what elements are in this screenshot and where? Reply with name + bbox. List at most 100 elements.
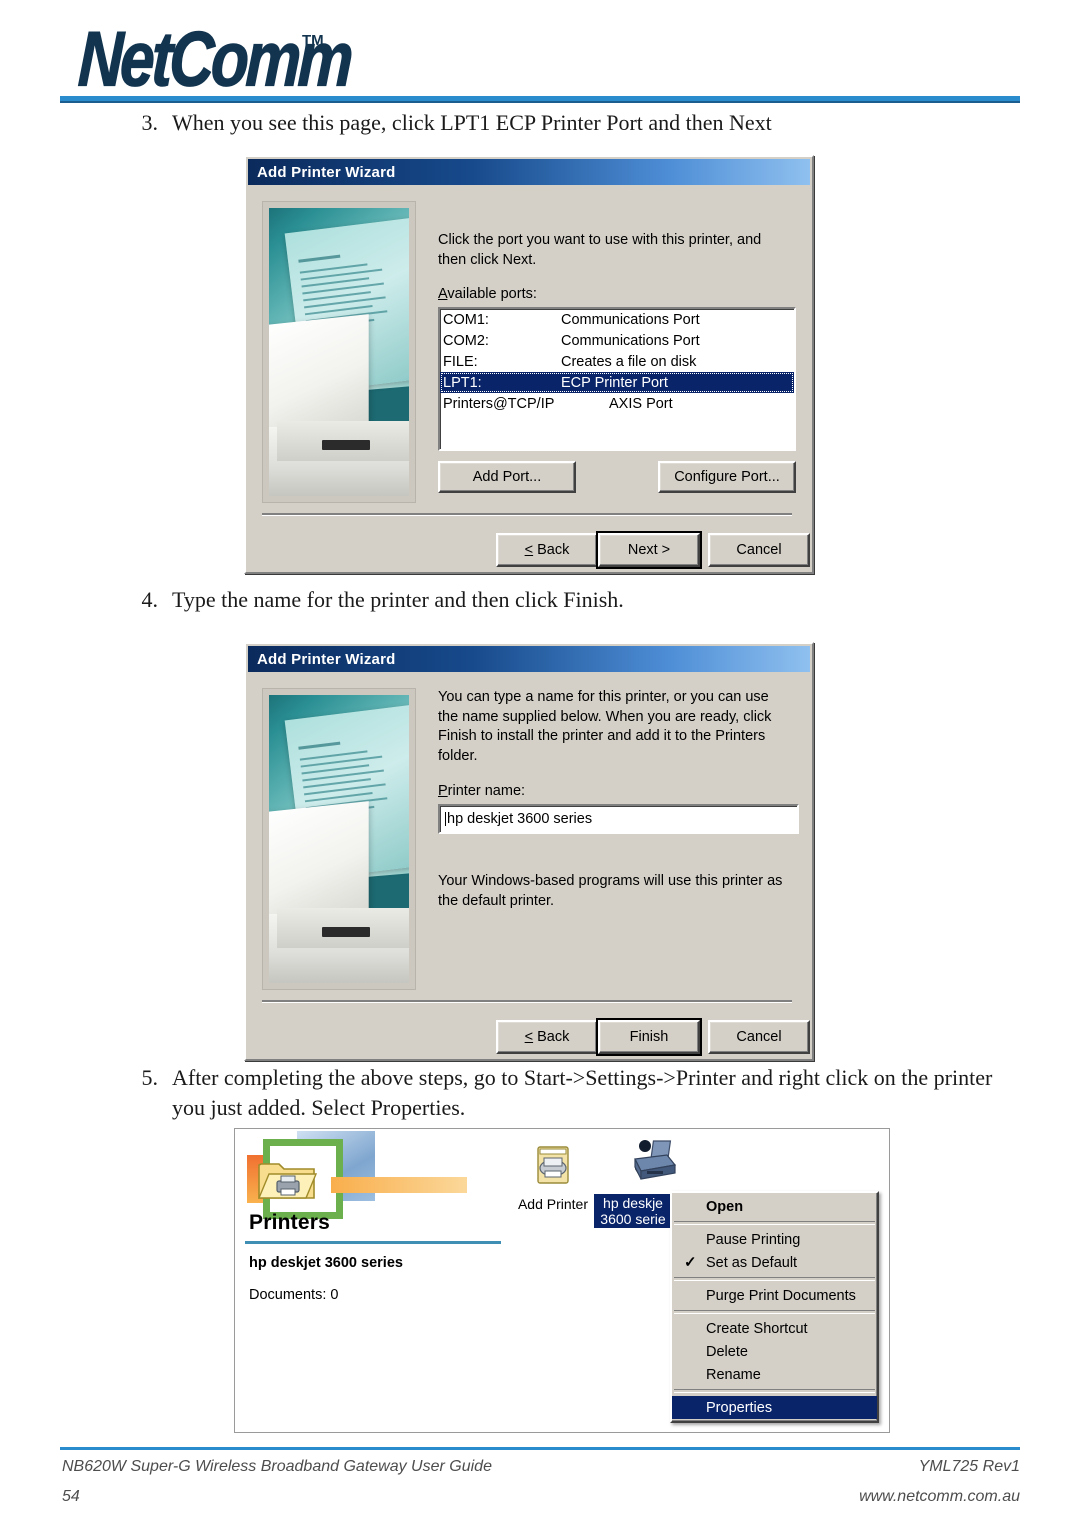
context-menu-item-delete[interactable]: Delete [672, 1340, 877, 1363]
hp-deskjet-label-line1: hp deskje [603, 1195, 663, 1211]
add-printer-icon-cell[interactable]: Add Printer [505, 1143, 601, 1212]
cancel-button-name[interactable]: Cancel [708, 1020, 810, 1054]
step-5-number: 5. [141, 1065, 159, 1090]
port-desc-0: Communications Port [561, 311, 700, 328]
dialog-body-port: Click the port you want to use with this… [248, 187, 810, 570]
dialog-divider-name [262, 1000, 792, 1003]
back-label-name: < Back [524, 1029, 570, 1045]
dialog-divider-port [262, 513, 792, 516]
cancel-label-port: Cancel [736, 542, 782, 558]
context-menu-separator-1 [674, 1221, 875, 1225]
context-menu-item-purge-print-documents[interactable]: Purge Print Documents [672, 1284, 877, 1307]
page-header: NetComm TM [0, 0, 1080, 103]
hp-deskjet-printer-icon [634, 1140, 677, 1180]
selected-printer-name: hp deskjet 3600 series [249, 1255, 403, 1271]
port-row-4[interactable]: Printers@TCP/IP AXIS Port [440, 393, 794, 414]
trademark-symbol: TM [302, 32, 324, 49]
port-name-1: COM2: [443, 332, 489, 349]
add-printer-icon [537, 1146, 569, 1184]
context-menu-item-rename[interactable]: Rename [672, 1363, 877, 1386]
header-rule-shadow [60, 101, 1020, 103]
port-name-2: FILE: [443, 353, 478, 370]
wizard-printer-photo [262, 201, 416, 503]
port-row-0[interactable]: COM1: Communications Port [440, 309, 794, 330]
context-rename-label: Rename [706, 1366, 761, 1383]
printers-folder-window[interactable]: Printers hp deskjet 3600 series Document… [234, 1128, 890, 1433]
back-button-port[interactable]: < Back [496, 533, 598, 567]
step-5-text: After completing the above steps, go to … [172, 1065, 993, 1121]
finish-button[interactable]: Finish [596, 1018, 702, 1056]
port-desc-1: Communications Port [561, 332, 700, 349]
step-4-text: Type the name for the printer and then c… [172, 587, 624, 612]
add-printer-wizard-port-dialog[interactable]: Add Printer Wizard Click the port you wa… [244, 155, 814, 574]
add-port-label: Add Port... [472, 469, 542, 485]
add-port-button[interactable]: Add Port... [438, 461, 576, 493]
next-button[interactable]: Next > [596, 531, 702, 569]
context-set-default-label: Set as Default [706, 1254, 798, 1271]
add-printer-label: Add Printer [517, 1196, 589, 1212]
context-menu-item-create-shortcut[interactable]: Create Shortcut [672, 1317, 877, 1340]
printer-name-value: hp deskjet 3600 series [447, 811, 593, 827]
port-desc-4: AXIS Port [609, 395, 673, 412]
footer-left-line1: NB620W Super-G Wireless Broadband Gatewa… [62, 1458, 492, 1475]
step-5: 5. After completing the above steps, go … [120, 1063, 1000, 1124]
port-name-0: COM1: [443, 311, 489, 328]
hp-deskjet-label: hp deskje 3600 serie [594, 1194, 672, 1229]
port-desc-3: ECP Printer Port [561, 374, 668, 391]
footer-website: www.netcomm.com.au [859, 1488, 1020, 1505]
printer-context-menu[interactable]: Open Pause Printing ✓ Set as Default Pur… [670, 1191, 879, 1423]
wizard-printer-photo-2 [262, 688, 416, 990]
step-4: 4. Type the name for the printer and the… [120, 585, 970, 615]
back-button-name[interactable]: < Back [496, 1020, 598, 1054]
context-properties-label: Properties [706, 1399, 773, 1416]
printers-folder-icon [257, 1157, 318, 1201]
context-create-shortcut-label: Create Shortcut [706, 1320, 808, 1337]
port-name-3: LPT1: [443, 374, 482, 391]
hp-deskjet-label-line2: 3600 serie [600, 1211, 666, 1228]
context-delete-label: Delete [706, 1343, 748, 1360]
configure-port-button[interactable]: Configure Port... [658, 461, 796, 493]
context-menu-item-pause-printing[interactable]: Pause Printing [672, 1228, 877, 1251]
port-instruction-text: Click the port you want to use with this… [438, 232, 762, 268]
port-row-2[interactable]: FILE: Creates a file on disk [440, 351, 794, 372]
port-desc-2: Creates a file on disk [561, 353, 697, 370]
context-pause-label: Pause Printing [706, 1231, 801, 1248]
port-row-1[interactable]: COM2: Communications Port [440, 330, 794, 351]
context-menu-item-open[interactable]: Open [672, 1195, 877, 1218]
context-menu-item-set-as-default[interactable]: ✓ Set as Default [672, 1251, 877, 1274]
available-ports-listbox[interactable]: COM1: Communications Port COM2: Communic… [438, 307, 796, 451]
default-printer-note: Your Windows-based programs will use thi… [438, 873, 783, 909]
context-menu-item-properties[interactable]: Properties [672, 1396, 877, 1419]
dialog-titlebar-name: Add Printer Wizard [248, 646, 810, 672]
cancel-label-name: Cancel [736, 1029, 782, 1045]
context-menu-separator-2 [674, 1277, 875, 1281]
cancel-button-port[interactable]: Cancel [708, 533, 810, 567]
port-name-4: Printers@TCP/IP [443, 395, 555, 412]
printers-title-rule [245, 1241, 501, 1244]
step-3: 3. When you see this page, click LPT1 EC… [120, 108, 970, 138]
configure-port-label: Configure Port... [674, 469, 780, 485]
text-caret [445, 812, 446, 826]
port-row-3[interactable]: LPT1: ECP Printer Port [440, 372, 794, 393]
context-purge-label: Purge Print Documents [706, 1287, 856, 1304]
context-menu-separator-4 [674, 1389, 875, 1393]
context-menu-separator-3 [674, 1310, 875, 1314]
documents-count: Documents: 0 [249, 1287, 339, 1303]
add-printer-wizard-name-dialog[interactable]: Add Printer Wizard You can type a name f… [244, 642, 814, 1061]
step-4-number: 4. [141, 587, 159, 612]
printers-window-title: Printers [249, 1211, 330, 1234]
finish-label: Finish [629, 1029, 669, 1045]
step-3-text: When you see this page, click LPT1 ECP P… [172, 110, 772, 135]
dialog-title-port: Add Printer Wizard [257, 163, 396, 181]
dialog-body-name: You can type a name for this printer, or… [248, 674, 810, 1057]
footer-doc-revision: YML725 Rev1 [918, 1458, 1020, 1475]
footer-page-number: 54 [62, 1488, 80, 1505]
step-3-number: 3. [141, 110, 159, 135]
dialog-titlebar-port: Add Printer Wizard [248, 159, 810, 185]
context-open-label: Open [706, 1198, 744, 1215]
printer-name-input[interactable]: hp deskjet 3600 series [438, 804, 799, 834]
checkmark-icon: ✓ [684, 1254, 697, 1271]
next-label: Next > [627, 542, 671, 558]
dialog-title-name: Add Printer Wizard [257, 650, 396, 668]
footer-rule [60, 1447, 1020, 1450]
